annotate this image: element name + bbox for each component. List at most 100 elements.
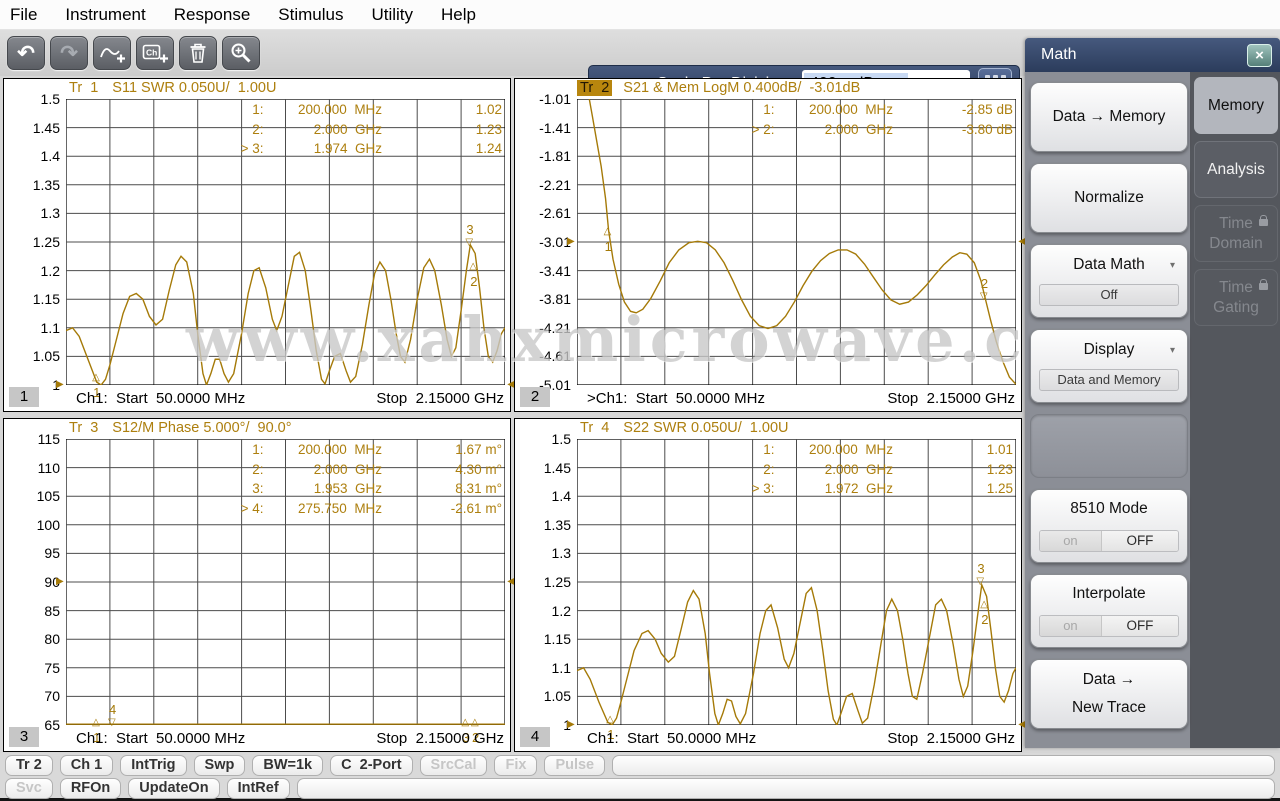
marker-glyph-label: 2 <box>981 611 989 627</box>
marker-frequency: 2.000 GHz <box>824 461 894 477</box>
y-axis-label: 110 <box>37 459 60 476</box>
tab-analysis[interactable]: Analysis <box>1194 141 1278 198</box>
math-button-data-to-new-trace[interactable]: Data → New Trace <box>1030 659 1188 730</box>
interpolate-on: on <box>1040 616 1101 636</box>
marker-readout-row: 1: 200.000 MHz 1.01 <box>577 442 1016 462</box>
marker-triangle-icon: △ <box>471 716 479 728</box>
interpolate-toggle[interactable]: on OFF <box>1039 615 1179 637</box>
close-icon[interactable]: × <box>1247 43 1272 67</box>
add-trace-button[interactable] <box>93 36 131 70</box>
marker-number: 1: <box>763 442 775 457</box>
status-pill-rfon[interactable]: RFOn <box>59 778 122 799</box>
marker-triangle-icon: △ <box>469 260 477 272</box>
tab-time-domain[interactable]: Time Domain <box>1194 205 1278 262</box>
math-button-display[interactable]: Display ▾ Data and Memory <box>1030 329 1188 403</box>
trace-plot-2[interactable]: Tr 2 S21 & Mem LogM 0.400dB/ -3.01dB -1.01… <box>514 78 1026 412</box>
channel-stimulus-row: Ch1: Start 50.0000 MHz Stop 2.15000 GHz <box>66 390 504 407</box>
math-button-label: Interpolate <box>1072 585 1146 602</box>
undo-button[interactable]: ↶ <box>7 36 45 70</box>
zoom-button[interactable] <box>222 36 260 70</box>
marker-number: > 3: <box>240 141 264 156</box>
trace-plot-1[interactable]: Tr 1 S11 SWR 0.050U/ 1.00U 1.5 1.45 1.4 1.35 1… <box>3 78 515 412</box>
math-button-normalize[interactable]: Normalize <box>1030 163 1188 233</box>
marker-readout-row: 2: 2.000 GHz 1.23 <box>577 462 1016 482</box>
ref-level-arrow-left: ▶ <box>56 379 64 390</box>
ref-level-arrow-left: ▶ <box>567 719 575 730</box>
marker-triangle-icon: △ <box>461 716 470 728</box>
math-button-label: Display ▾ <box>1083 341 1175 358</box>
redo-button: ↷ <box>50 36 88 70</box>
trace-plot-4[interactable]: Tr 4 S22 SWR 0.050U/ 1.00U 1.5 1.45 1.4 1.35 1… <box>514 418 1026 752</box>
math-button-interpolate[interactable]: Interpolate on OFF <box>1030 574 1188 648</box>
menu-item-utility[interactable]: Utility <box>371 5 413 25</box>
mode-8510-on: on <box>1040 531 1101 551</box>
status-pill-bw-1k[interactable]: BW=1k <box>252 755 324 776</box>
marker-value: -2.85 dB <box>961 102 1013 117</box>
marker-readout-table: 1: 200.000 MHz -2.85 dB > 2: 2.000 GHz -3.80 … <box>577 102 1016 141</box>
marker-glyph-label: 4 <box>108 701 117 717</box>
marker-frequency: 1.972 GHz <box>824 481 894 496</box>
marker-triangle-icon: △ <box>980 598 988 610</box>
marker-frequency: 2.000 GHz <box>824 121 894 137</box>
marker-glyph-label: 3 <box>977 561 985 576</box>
display-value[interactable]: Data and Memory <box>1039 369 1179 391</box>
undo-icon: ↶ <box>17 41 35 65</box>
status-pill-ch-1[interactable]: Ch 1 <box>59 755 114 776</box>
y-axis-label: 1.25 <box>32 234 60 250</box>
marker-value: 1.23 <box>475 121 502 137</box>
marker-triangle-icon: ▽ <box>465 237 474 249</box>
data-math-value[interactable]: Off <box>1039 284 1179 306</box>
math-panel-titlebar: Math × <box>1025 38 1280 72</box>
channel-start-label: Ch1: Start 50.0000 MHz <box>587 730 757 747</box>
trace-plot-3[interactable]: Tr 3 S12/M Phase 5.000°/ 90.0° 115 110 105 10… <box>3 418 515 752</box>
lock-icon <box>1259 279 1268 290</box>
status-bar: Tr 2 Ch 1 IntTrig Swp BW=1k C 2-Port SrcCal Fix… <box>0 753 1280 801</box>
marker-frequency: 2.000 GHz <box>313 461 383 477</box>
math-button-data-math[interactable]: Data Math ▾ Off <box>1030 244 1188 318</box>
math-button-data-to-memory[interactable]: Data → Memory <box>1030 82 1188 152</box>
status-pill-c-2-port[interactable]: C 2-Port <box>330 755 413 776</box>
menu-item-instrument[interactable]: Instrument <box>65 5 145 25</box>
plot-grid-area: 115 110 105 100 95 90 85 80 75 70 65 ▶ ◀ 1: 200.000 MH… <box>37 431 515 745</box>
tab-memory[interactable]: Memory <box>1194 77 1278 134</box>
status-pill-srccal: SrcCal <box>419 755 488 776</box>
y-axis-label: 115 <box>37 431 60 447</box>
marker-number: 1: <box>763 102 775 117</box>
channel-start-label: Ch1: Start 50.0000 MHz <box>76 390 246 407</box>
tab-time-gating[interactable]: Time Gating <box>1194 269 1278 326</box>
mode-8510-toggle[interactable]: on OFF <box>1039 530 1179 552</box>
trace-label[interactable]: Tr 1 <box>66 80 101 96</box>
marker-readout-table: 1: 200.000 MHz 1.01 2: 2.000 GHz 1.23 > 3: 1.97… <box>577 442 1016 501</box>
y-axis-label: 1.1 <box>551 659 571 676</box>
trace-label[interactable]: Tr 3 <box>66 420 101 436</box>
status-pill-swp[interactable]: Swp <box>193 755 246 776</box>
y-axis-label: 1.45 <box>32 119 60 136</box>
marker-triangle-icon: △ <box>603 225 612 237</box>
chevron-down-icon: ▾ <box>1169 260 1175 271</box>
menu-item-file[interactable]: File <box>10 5 37 25</box>
y-axis-label: 1.1 <box>40 319 60 336</box>
marker-readout-row: 2: 2.000 GHz 4.30 m° <box>66 462 505 482</box>
trace-label[interactable]: Tr 4 <box>577 420 612 436</box>
status-pill-tr-2[interactable]: Tr 2 <box>5 755 53 776</box>
delete-button[interactable] <box>179 36 217 70</box>
menu-item-response[interactable]: Response <box>174 5 251 25</box>
menu-item-stimulus[interactable]: Stimulus <box>278 5 343 25</box>
marker-number: 2: <box>252 121 264 137</box>
add-channel-button[interactable]: Ch <box>136 36 174 70</box>
plot-number-badge: 2 <box>520 387 550 407</box>
marker-triangle-icon: ▽ <box>107 716 116 728</box>
trace-descriptor: S12/M Phase 5.000°/ 90.0° <box>112 420 292 436</box>
trash-icon <box>190 43 206 63</box>
math-button-mode-8510[interactable]: 8510 Mode on OFF <box>1030 489 1188 563</box>
marker-frequency: 200.000 MHz <box>298 102 383 117</box>
marker-value: 1.23 <box>986 461 1013 477</box>
status-pill-updateon[interactable]: UpdateOn <box>128 778 220 799</box>
status-pill-inttrig[interactable]: IntTrig <box>120 755 187 776</box>
marker-number: > 4: <box>240 500 264 516</box>
redo-icon: ↷ <box>60 41 78 65</box>
status-pill-intref[interactable]: IntRef <box>226 778 290 799</box>
trace-label[interactable]: Tr 2 <box>577 80 613 96</box>
menu-item-help[interactable]: Help <box>441 5 476 25</box>
status-pill-svc: Svc <box>5 778 53 799</box>
